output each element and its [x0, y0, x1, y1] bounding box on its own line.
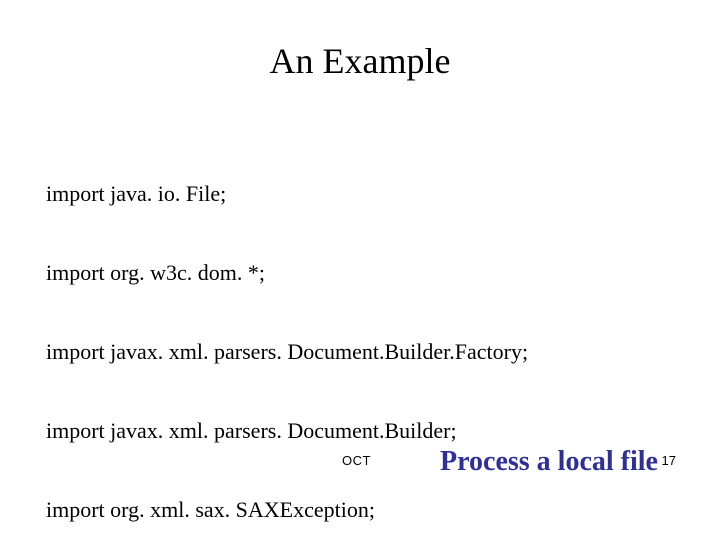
code-line: import java. io. File;: [46, 181, 528, 207]
footer-note: Process a local file: [440, 446, 658, 478]
slide: An Example import java. io. File; import…: [0, 0, 720, 540]
code-block: import java. io. File; import org. w3c. …: [46, 128, 528, 540]
code-line: import org. xml. sax. SAXException;: [46, 497, 528, 523]
code-line: import org. w3c. dom. *;: [46, 260, 528, 286]
code-line: import javax. xml. parsers. Document.Bui…: [46, 339, 528, 365]
code-line: import javax. xml. parsers. Document.Bui…: [46, 418, 528, 444]
page-number: 17: [662, 453, 676, 468]
slide-title: An Example: [0, 40, 720, 82]
footer-label: OCT: [342, 453, 371, 468]
